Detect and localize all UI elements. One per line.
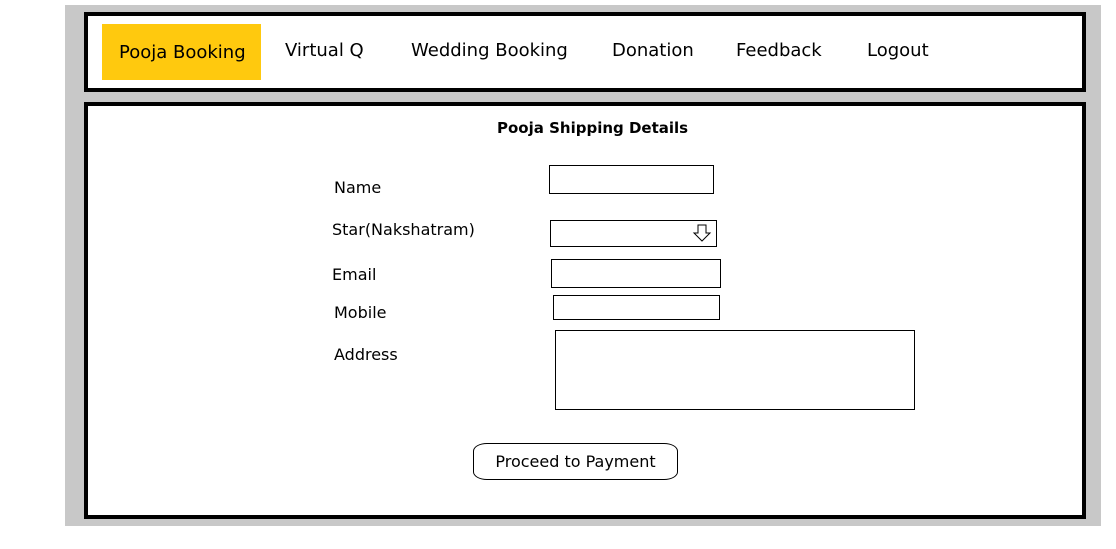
star-select[interactable] xyxy=(550,220,717,247)
address-field[interactable] xyxy=(555,330,915,410)
address-label: Address xyxy=(334,345,398,364)
nav-item-label: Wedding Booking xyxy=(411,40,568,61)
nav-item-wedding-booking[interactable]: Wedding Booking xyxy=(411,41,568,61)
mobile-label: Mobile xyxy=(334,303,387,322)
nav-item-pooja-booking[interactable]: Pooja Booking xyxy=(102,24,261,80)
nav-item-label: Pooja Booking xyxy=(119,42,246,63)
nav-item-label: Logout xyxy=(867,40,929,61)
nav-item-donation[interactable]: Donation xyxy=(612,41,694,61)
nav-item-label: Feedback xyxy=(736,40,822,61)
name-field[interactable] xyxy=(549,165,714,194)
nav-item-feedback[interactable]: Feedback xyxy=(736,41,822,61)
form-title: Pooja Shipping Details xyxy=(497,119,689,137)
proceed-to-payment-button[interactable]: Proceed to Payment xyxy=(473,443,678,480)
nav-item-label: Donation xyxy=(612,40,694,61)
star-label: Star(Nakshatram) xyxy=(332,220,475,239)
nav-item-label: Virtual Q xyxy=(285,40,364,61)
proceed-button-label: Proceed to Payment xyxy=(495,452,656,471)
email-label: Email xyxy=(332,265,377,284)
down-arrow-icon[interactable] xyxy=(692,223,712,243)
nav-item-logout[interactable]: Logout xyxy=(867,41,929,61)
nav-item-virtual-q[interactable]: Virtual Q xyxy=(285,41,364,61)
name-label: Name xyxy=(334,178,382,197)
email-field[interactable] xyxy=(551,259,721,288)
mobile-field[interactable] xyxy=(553,295,720,320)
